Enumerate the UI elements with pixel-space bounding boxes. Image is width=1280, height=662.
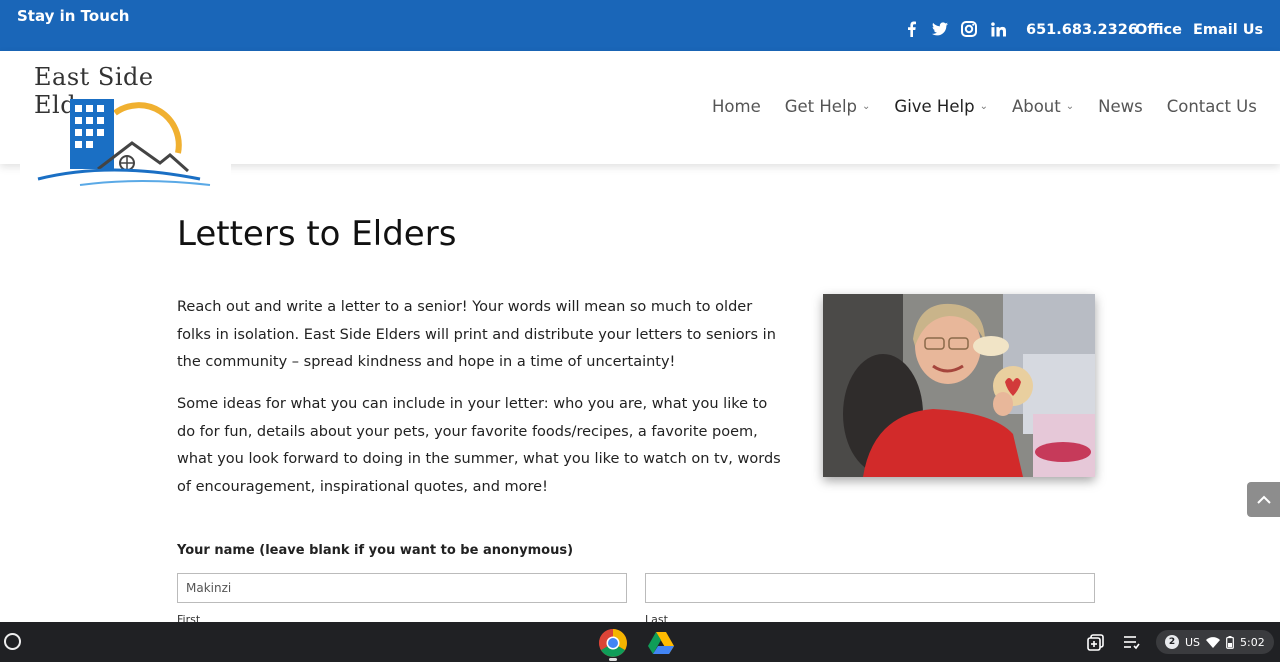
wifi-icon (1206, 636, 1221, 648)
name-field-label: Your name (leave blank if you want to be… (177, 543, 574, 558)
active-app-indicator (609, 658, 617, 661)
screen-capture-icon[interactable] (1085, 632, 1105, 652)
nav-about-label: About (1011, 97, 1061, 116)
nav-get-help-label: Get Help (784, 97, 858, 116)
site-logo[interactable]: East Side Elders (20, 57, 231, 194)
stay-in-touch-label: Stay in Touch (17, 7, 130, 25)
drive-icon[interactable] (646, 628, 676, 658)
top-bar: Stay in Touch 651.683.2326 Office Email … (0, 0, 1280, 51)
office-link[interactable]: Office (1135, 22, 1182, 38)
linkedin-icon[interactable] (990, 21, 1006, 37)
twitter-icon[interactable] (932, 21, 948, 37)
nav-give-help[interactable]: Give Help ⌄ (894, 97, 988, 116)
main-nav: Home Get Help ⌄ Give Help ⌄ About ⌄ News Co… (712, 97, 1257, 116)
clipboard-icon[interactable] (1121, 632, 1141, 652)
nav-news-label: News (1098, 97, 1143, 116)
email-us-link[interactable]: Email Us (1193, 22, 1263, 38)
nav-home-label: Home (712, 97, 761, 116)
first-name-input[interactable]: Makinzi (177, 573, 627, 603)
last-name-input[interactable] (645, 573, 1095, 603)
elder-photo (823, 294, 1095, 477)
social-links (903, 21, 1006, 37)
launcher-icon[interactable] (4, 633, 21, 650)
scroll-to-top-button[interactable] (1247, 482, 1280, 517)
nav-give-help-label: Give Help (894, 97, 975, 116)
nav-contact-us[interactable]: Contact Us (1167, 97, 1257, 116)
chrome-icon[interactable] (598, 628, 628, 658)
keyboard-locale: US (1185, 635, 1201, 649)
facebook-icon[interactable] (903, 21, 919, 37)
page-title: Letters to Elders (177, 214, 457, 254)
notification-count-badge: 2 (1165, 635, 1179, 649)
clock-time: 5:02 (1240, 635, 1265, 649)
nav-news[interactable]: News (1098, 97, 1143, 116)
phone-link[interactable]: 651.683.2326 (1026, 22, 1138, 38)
intro-paragraph: Reach out and write a letter to a senior… (177, 299, 776, 370)
chevron-down-icon: ⌄ (979, 101, 988, 112)
system-status-tray[interactable]: 2 US 5:02 (1156, 630, 1274, 654)
chevron-down-icon: ⌄ (1065, 101, 1075, 112)
ideas-paragraph: Some ideas for what you can include in y… (177, 396, 781, 495)
chevron-down-icon: ⌄ (862, 101, 871, 112)
chevron-up-icon (1256, 495, 1271, 504)
instagram-icon[interactable] (961, 21, 977, 37)
nav-contact-us-label: Contact Us (1166, 97, 1257, 116)
nav-home[interactable]: Home (712, 97, 761, 116)
battery-icon (1226, 635, 1234, 649)
nav-get-help[interactable]: Get Help ⌄ (785, 97, 871, 116)
nav-about[interactable]: About ⌄ (1012, 97, 1074, 116)
logo-graphic (37, 99, 211, 186)
